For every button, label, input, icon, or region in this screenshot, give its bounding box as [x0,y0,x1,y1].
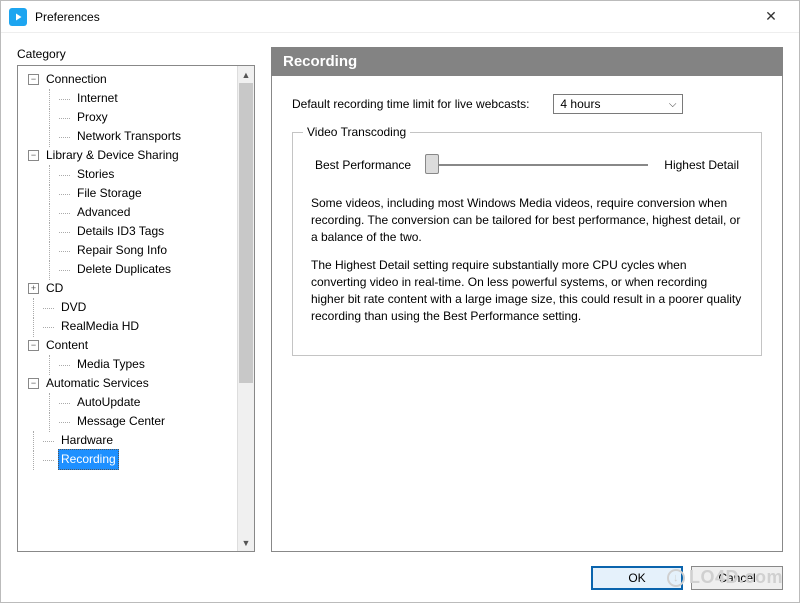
tree-item-recording[interactable]: Recording [20,450,235,469]
tree-scrollbar[interactable]: ▲ ▼ [237,66,254,551]
scroll-up-button[interactable]: ▲ [238,66,254,83]
tree-item-realmedia-hd[interactable]: RealMedia HD [20,317,235,336]
tree-item-label: Proxy [74,108,111,127]
panel-title: Recording [271,47,783,76]
tree-item-label: Media Types [74,355,148,374]
tree-item-repair-song-info[interactable]: Repair Song Info [20,241,235,260]
tree-item-connection[interactable]: −Connection [20,70,235,89]
tree-item-file-storage[interactable]: File Storage [20,184,235,203]
tree-item-label: Recording [58,449,119,470]
slider-right-label: Highest Detail [664,158,739,172]
time-limit-label: Default recording time limit for live we… [292,97,529,111]
tree-item-label: Advanced [74,203,133,222]
tree-item-internet[interactable]: Internet [20,89,235,108]
collapse-icon[interactable]: − [28,378,39,389]
video-transcoding-group: Video Transcoding Best Performance Highe… [292,132,762,356]
tree-item-label: Message Center [74,412,168,431]
group-title: Video Transcoding [303,125,410,139]
category-tree: −ConnectionInternetProxyNetwork Transpor… [17,65,255,552]
tree-item-media-types[interactable]: Media Types [20,355,235,374]
tree-item-dvd[interactable]: DVD [20,298,235,317]
tree-item-library-device-sharing[interactable]: −Library & Device Sharing [20,146,235,165]
tree-item-advanced[interactable]: Advanced [20,203,235,222]
time-limit-dropdown[interactable]: 4 hours ⌵ [553,94,683,114]
tree-item-label: Repair Song Info [74,241,170,260]
tree-item-automatic-services[interactable]: −Automatic Services [20,374,235,393]
tree-item-label: DVD [58,298,89,317]
tree-item-label: Network Transports [74,127,184,146]
tree-item-label: RealMedia HD [58,317,142,336]
description-p1: Some videos, including most Windows Medi… [311,195,743,245]
tree-item-label: Stories [74,165,117,184]
scroll-thumb[interactable] [239,83,253,383]
tree-item-message-center[interactable]: Message Center [20,412,235,431]
tree-item-label: Library & Device Sharing [43,146,182,165]
tree-item-label: Automatic Services [43,374,152,393]
description-text: Some videos, including most Windows Medi… [311,195,743,325]
tree-item-details-id3-tags[interactable]: Details ID3 Tags [20,222,235,241]
window-title: Preferences [35,10,751,24]
tree-item-label: AutoUpdate [74,393,143,412]
tree-item-hardware[interactable]: Hardware [20,431,235,450]
tree-item-proxy[interactable]: Proxy [20,108,235,127]
scroll-down-button[interactable]: ▼ [238,534,254,551]
ok-button[interactable]: OK [591,566,683,590]
tree-item-stories[interactable]: Stories [20,165,235,184]
tree-item-label: Content [43,336,91,355]
chevron-down-icon: ⌵ [669,99,677,110]
tree-item-delete-duplicates[interactable]: Delete Duplicates [20,260,235,279]
collapse-icon[interactable]: − [28,74,39,85]
tree-item-cd[interactable]: + CD [20,279,235,298]
app-icon [9,8,27,26]
collapse-icon[interactable]: − [28,150,39,161]
close-button[interactable]: ✕ [751,8,791,25]
expand-icon[interactable]: + [28,283,39,294]
tree-item-autoupdate[interactable]: AutoUpdate [20,393,235,412]
tree-item-label: File Storage [74,184,145,203]
tree-item-label: CD [43,279,66,298]
cancel-button[interactable]: Cancel [691,566,783,590]
tree-item-label: Details ID3 Tags [74,222,167,241]
tree-item-label: Hardware [58,431,116,450]
transcoding-slider[interactable] [427,155,648,175]
description-p2: The Highest Detail setting require subst… [311,257,743,324]
tree-item-label: Internet [74,89,121,108]
tree-item-label: Delete Duplicates [74,260,174,279]
category-heading: Category [17,47,255,61]
tree-item-label: Connection [43,70,110,89]
tree-item-content[interactable]: −Content [20,336,235,355]
time-limit-value: 4 hours [560,97,600,111]
titlebar: Preferences ✕ [1,1,799,33]
slider-thumb[interactable] [425,154,439,174]
tree-item-network-transports[interactable]: Network Transports [20,127,235,146]
collapse-icon[interactable]: − [28,340,39,351]
slider-left-label: Best Performance [315,158,411,172]
